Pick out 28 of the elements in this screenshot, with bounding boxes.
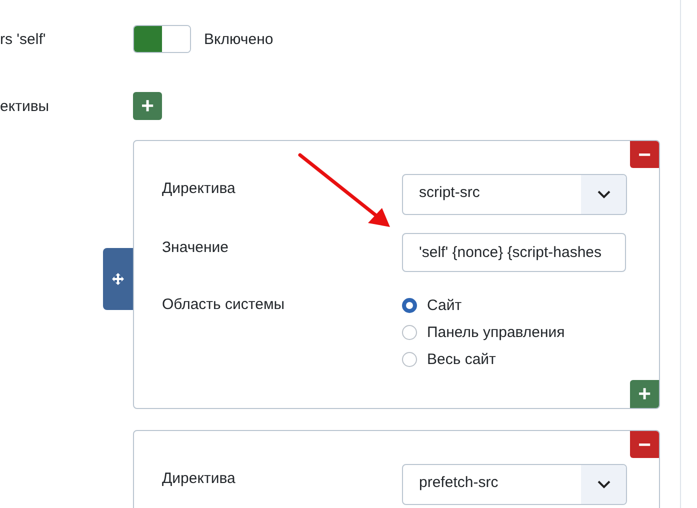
- toggle-switch[interactable]: [133, 25, 191, 53]
- caret-icon: [596, 480, 610, 489]
- directive-select[interactable]: prefetch-src: [402, 464, 627, 505]
- radio-button[interactable]: [402, 325, 417, 340]
- move-icon: [112, 273, 124, 285]
- add-button[interactable]: +: [630, 380, 659, 408]
- field-label: Область системы: [162, 295, 286, 313]
- directive-select[interactable]: script-src: [402, 174, 627, 215]
- toggle-state: Включено: [204, 30, 274, 48]
- remove-button[interactable]: −: [630, 431, 659, 458]
- radio-label: Сайт: [427, 297, 462, 314]
- radio-option[interactable]: Весь сайт: [402, 351, 565, 368]
- field-label: ективы: [0, 98, 50, 114]
- radio-button[interactable]: [402, 352, 417, 367]
- caret-icon: [596, 190, 610, 199]
- field-label: rs 'self': [0, 30, 47, 48]
- remove-button[interactable]: −: [630, 141, 659, 168]
- field-label: Значение: [162, 238, 230, 256]
- radio-label: Панель управления: [427, 324, 565, 341]
- add-button[interactable]: +: [133, 92, 162, 120]
- radio-label: Весь сайт: [427, 351, 496, 368]
- radio-option[interactable]: Панель управления: [402, 324, 565, 341]
- drag-handle[interactable]: [103, 248, 133, 310]
- field-label: Директива: [162, 469, 236, 487]
- radio-button[interactable]: [402, 298, 417, 313]
- value-field[interactable]: 'self' {nonce} {script-hashes: [402, 233, 626, 272]
- field-label: Директива: [162, 179, 236, 197]
- radio-option[interactable]: Сайт: [402, 297, 565, 314]
